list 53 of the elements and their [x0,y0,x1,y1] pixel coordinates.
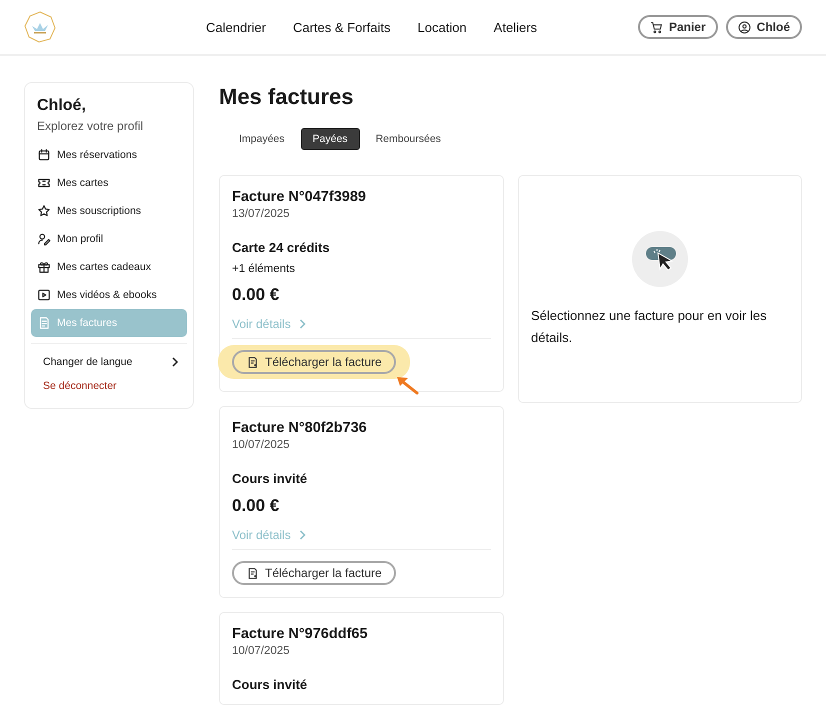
greeting: Chloé, [37,97,87,115]
sidebar-item[interactable]: Mes souscriptions [31,197,187,225]
invoice-date: 10/07/2025 [232,645,291,657]
logo-drawing[interactable] [24,11,56,43]
ticket-icon [37,176,51,190]
document-icon [37,316,51,330]
sidebar-item[interactable]: Mes cartes cadeaux [31,253,187,281]
invoice-item: Cours invité [232,677,308,692]
document-icon [246,356,259,368]
cart-button[interactable]: Panier [638,15,718,39]
play-icon [37,288,51,302]
sidebar-subtitle: Explorez votre profil [37,119,144,133]
invoice-number: Facture N°976ddf65 [232,626,369,642]
calendar-icon [37,148,51,162]
invoice-date: 13/07/2025 [232,208,291,220]
filter-tab[interactable]: Remboursées [364,128,453,150]
nav-link[interactable]: Location [418,20,467,34]
empty-state-message: Sélectionnez une facture pour en voir les détails. [531,307,768,347]
filter-tab[interactable]: Payées [300,128,360,150]
logout-link[interactable]: Se déconnecter [31,376,187,396]
download-button[interactable]: Télécharger la facture [232,561,396,585]
chevron-right-icon [171,357,179,367]
invoice-amount: 0.00 € [232,496,280,516]
filter-tab[interactable]: Impayées [227,128,297,150]
invoice-number: Facture N°047f3989 [232,189,367,205]
invoice-item: Cours invité [232,471,308,486]
pointer-arrow [395,375,421,395]
nav-link[interactable]: Cartes & Forfaits [292,20,391,34]
click-icon [632,231,688,287]
language-menu[interactable]: Changer de langue [31,348,187,376]
sidebar-item[interactable]: Mes cartes [31,169,187,197]
cart-icon [650,20,663,34]
sidebar-item[interactable]: Mon profil [31,225,187,253]
extra-items: +1 éléments [232,263,296,275]
chevron-right-icon [298,319,306,329]
user-edit-icon [37,232,51,246]
invoice-amount: 0.00 € [232,285,280,305]
language-label: Changer de langue [43,356,132,368]
user-icon [738,20,751,34]
page-title: Mes factures [219,84,355,110]
sidebar-item[interactable]: Mes vidéos & ebooks [31,281,187,309]
sidebar-item[interactable]: Mes réservations [31,141,187,169]
account-button[interactable]: Chloé [726,15,802,39]
chevron-right-icon [298,530,306,540]
download-button[interactable]: Télécharger la facture [232,350,396,374]
star-icon [37,204,51,218]
document-icon [246,566,259,580]
nav-link[interactable]: Ateliers [494,20,538,34]
gift-icon [37,260,51,274]
nav-link[interactable]: Calendrier [206,20,266,34]
invoice-date: 10/07/2025 [232,439,291,451]
invoice-number: Facture N°80f2b736 [232,420,368,436]
invoice-item: Carte 24 crédits [232,240,331,255]
